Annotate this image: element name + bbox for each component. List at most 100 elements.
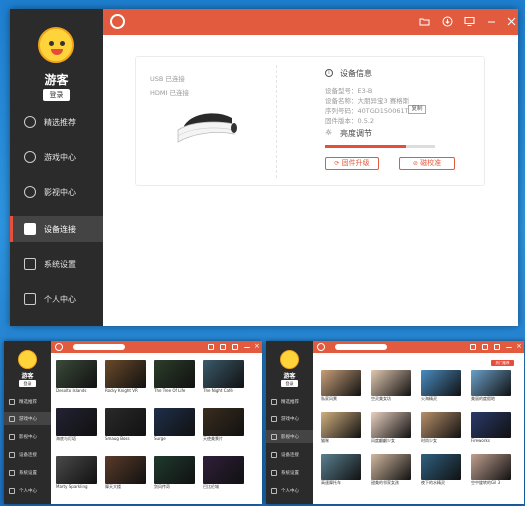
sidebar-item-device[interactable]: 设备连接 xyxy=(266,448,313,461)
sidebar-item-device[interactable]: 设备连接 xyxy=(10,216,103,242)
sidebar-item-games[interactable]: 游戏中心 xyxy=(4,412,51,425)
gamepad-icon xyxy=(9,415,15,422)
minimize-icon[interactable] xyxy=(244,344,250,348)
sidebar-item-featured[interactable]: 精选推荐 xyxy=(10,109,103,135)
refresh-icon: ⟳ xyxy=(334,160,340,167)
video-tile[interactable]: 猫咪 xyxy=(321,412,361,444)
sidebar-item-video[interactable]: 影视中心 xyxy=(4,430,51,443)
search-input[interactable] xyxy=(335,344,387,350)
device-info-title: 设备信息 xyxy=(340,69,372,78)
sidebar-item-games[interactable]: 游戏中心 xyxy=(266,412,313,425)
username: 游客 xyxy=(21,373,34,380)
search-input[interactable] xyxy=(73,344,125,350)
monitor-icon[interactable] xyxy=(232,344,238,350)
calibrate-label: 磁校准 xyxy=(420,159,442,167)
video-tile[interactable]: 夜下的水精灵 xyxy=(421,454,461,486)
game-tile[interactable]: 巴比伦城 xyxy=(203,456,244,490)
folder-icon[interactable] xyxy=(419,16,430,27)
hdmi-status: HDMI 已连接 xyxy=(150,89,189,97)
sidebar-item-featured[interactable]: 精选推荐 xyxy=(266,395,313,408)
video-tile[interactable]: 时尚少女 xyxy=(421,412,461,444)
firmware-upgrade-button[interactable]: ⟳ 固件升级 xyxy=(325,157,379,170)
login-button[interactable]: 登录 xyxy=(281,380,298,387)
video-thumbnail xyxy=(371,370,411,396)
game-tile[interactable]: Surge xyxy=(154,408,195,442)
download-icon[interactable] xyxy=(220,344,226,350)
video-tile[interactable]: 高速摩托车 xyxy=(321,454,361,486)
video-title: 高速摩托车 xyxy=(321,480,341,485)
sidebar-item-settings[interactable]: 系统设置 xyxy=(266,466,313,479)
copy-button[interactable]: 复制 xyxy=(408,105,426,114)
game-tile[interactable]: 摩天大楼 xyxy=(105,456,146,490)
monitor-icon[interactable] xyxy=(464,16,475,27)
game-tile[interactable]: 海底与灯塔 xyxy=(56,408,97,442)
sidebar-item-label: 系统设置 xyxy=(281,470,299,476)
sidebar-item-label: 精选推荐 xyxy=(19,399,37,405)
grid-icon xyxy=(24,293,36,305)
video-thumbnail xyxy=(371,454,411,480)
game-tile[interactable]: 剑风传奇 xyxy=(154,456,195,490)
sidebar-item-settings[interactable]: 系统设置 xyxy=(10,251,103,277)
video-tile[interactable]: 风度翩翩少女 xyxy=(371,412,411,444)
video-tile[interactable]: 火海精灵 xyxy=(421,370,461,402)
sidebar-item-profile[interactable]: 个人中心 xyxy=(266,484,313,497)
game-title: Marty Sparkling xyxy=(56,484,88,489)
device-icon xyxy=(271,451,277,458)
sidebar-item-label: 个人中心 xyxy=(19,488,37,494)
calibrate-button[interactable]: ⊘ 磁校准 xyxy=(399,157,455,170)
game-tile[interactable]: Rocky Knight VR xyxy=(105,360,146,394)
game-thumbnail xyxy=(105,360,146,388)
game-tile[interactable]: Desolto Islands xyxy=(56,360,97,394)
sidebar-item-video[interactable]: 影视中心 xyxy=(10,179,103,205)
game-tile[interactable]: The Night Café xyxy=(203,360,244,394)
monitor-icon[interactable] xyxy=(494,344,500,350)
video-title: Fireworks xyxy=(471,438,490,443)
game-thumbnail xyxy=(203,456,244,484)
close-icon[interactable] xyxy=(506,16,517,27)
minimize-icon[interactable] xyxy=(486,16,497,27)
video-tile[interactable]: 空灵美女坊 xyxy=(371,370,411,402)
game-tile[interactable]: Marty Sparkling xyxy=(56,456,97,490)
video-thumbnail xyxy=(471,370,511,396)
sidebar-item-profile[interactable]: 个人中心 xyxy=(10,286,103,312)
title-bar xyxy=(103,9,518,35)
sidebar-item-label: 精选推荐 xyxy=(281,399,299,405)
film-icon xyxy=(9,433,15,440)
sidebar-item-label: 个人中心 xyxy=(281,488,299,494)
sidebar-item-settings[interactable]: 系统设置 xyxy=(4,466,51,479)
serial-line: 序列号码：40TGD150061T xyxy=(325,107,409,115)
video-tile[interactable]: 美丽的度假地 xyxy=(471,370,511,402)
video-thumbnail xyxy=(471,454,511,480)
username: 游客 xyxy=(283,373,296,380)
download-icon[interactable] xyxy=(482,344,488,350)
firmware-line: 固件版本：0.5.2 xyxy=(325,117,375,125)
game-tile[interactable]: 天使美景片 xyxy=(203,408,244,442)
video-title: 夜下的水精灵 xyxy=(421,480,445,485)
video-tile[interactable]: Fireworks xyxy=(471,412,511,444)
sidebar-item-video[interactable]: 影视中心 xyxy=(266,430,313,443)
close-icon[interactable]: × xyxy=(516,342,522,350)
sidebar-item-featured[interactable]: 精选推荐 xyxy=(4,395,51,408)
video-tile[interactable]: 甜美的邻家女孩 xyxy=(371,454,411,486)
video-tile[interactable]: 私家风景 xyxy=(321,370,361,402)
game-title: 剑风传奇 xyxy=(154,484,170,489)
game-tile[interactable]: Smaug Boss xyxy=(105,408,146,442)
video-preview-window: 游客 登录 精选推荐 游戏中心 影视中心 设备连接 系统设置 个人中心 × 热门… xyxy=(266,341,524,504)
game-tile[interactable]: The Tree Of Life xyxy=(154,360,195,394)
brightness-slider[interactable] xyxy=(325,145,435,148)
video-thumbnail xyxy=(421,454,461,480)
login-button[interactable]: 登录 xyxy=(43,89,70,101)
video-tile[interactable]: 空中旋转的Gil 3 xyxy=(471,454,511,486)
folder-icon[interactable] xyxy=(470,344,476,350)
login-button[interactable]: 登录 xyxy=(19,380,36,387)
film-icon xyxy=(271,433,277,440)
close-icon[interactable]: × xyxy=(254,342,260,350)
folder-icon[interactable] xyxy=(208,344,214,350)
sidebar-item-device[interactable]: 设备连接 xyxy=(4,448,51,461)
sidebar-item-games[interactable]: 游戏中心 xyxy=(10,144,103,170)
app-logo xyxy=(18,350,37,369)
hot-badge[interactable]: 热门推荐 xyxy=(491,360,514,366)
download-icon[interactable] xyxy=(442,16,453,27)
minimize-icon[interactable] xyxy=(506,344,512,348)
sidebar-item-profile[interactable]: 个人中心 xyxy=(4,484,51,497)
